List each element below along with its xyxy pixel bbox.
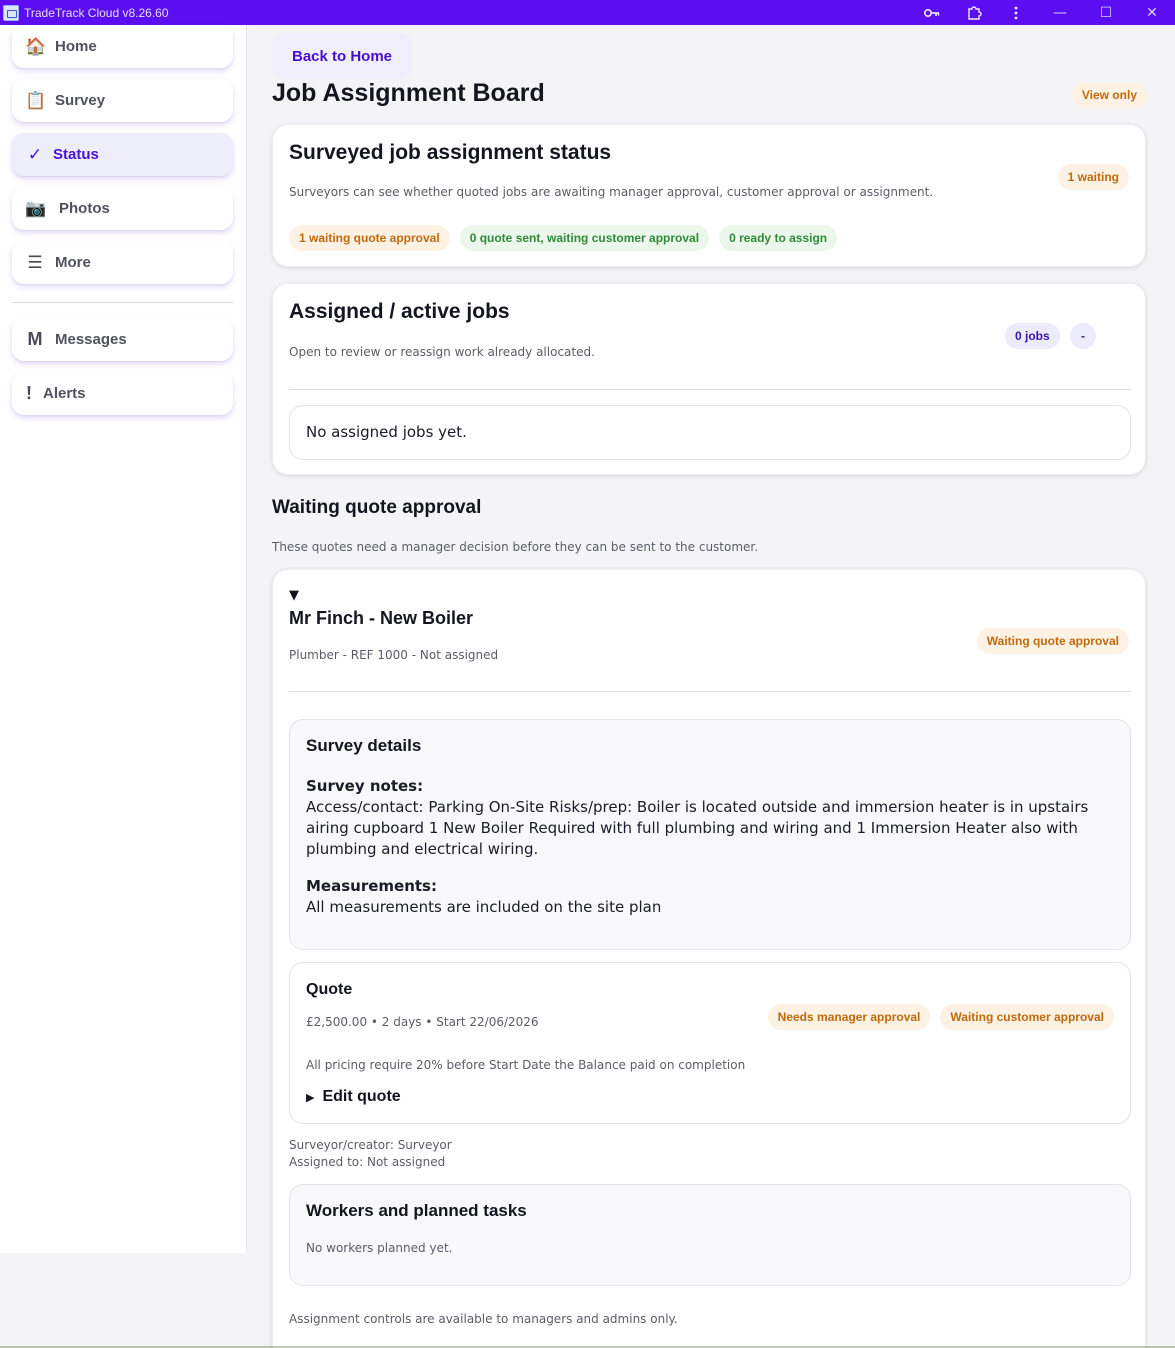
sidebar-item-home[interactable]: 🏠 Home — [12, 25, 233, 68]
survey-details-heading: Survey details — [306, 736, 422, 755]
sidebar-item-label: Home — [55, 38, 97, 55]
minimize-button[interactable]: — — [1037, 0, 1083, 25]
divider — [289, 389, 1131, 390]
window-title: TradeTrack Cloud v8.26.60 — [24, 5, 169, 20]
key-icon[interactable] — [911, 0, 953, 25]
sidebar-item-label: Photos — [59, 200, 110, 217]
assignment-controls-note: Assignment controls are available to man… — [289, 1312, 678, 1326]
status-pill-waiting-quote: 1 waiting quote approval — [289, 225, 450, 251]
sidebar-item-label: Status — [53, 146, 99, 163]
workers-panel: Workers and planned tasks No workers pla… — [289, 1184, 1131, 1286]
window-titlebar: TradeTrack Cloud v8.26.60 — ☐ ✕ — [0, 0, 1175, 25]
kebab-menu-icon[interactable] — [995, 0, 1037, 25]
needs-manager-approval-badge: Needs manager approval — [767, 1004, 931, 1030]
status-summary-card: Surveyed job assignment status Surveyors… — [272, 124, 1146, 267]
sidebar-divider — [12, 302, 233, 303]
waiting-section-description: These quotes need a manager decision bef… — [272, 540, 759, 554]
close-button[interactable]: ✕ — [1129, 0, 1175, 25]
sidebar-item-alerts[interactable]: ! Alerts — [12, 372, 233, 415]
waiting-section-title: Waiting quote approval — [272, 497, 482, 518]
job-title[interactable]: Mr Finch - New Boiler — [289, 608, 473, 629]
alert-icon: ! — [26, 383, 32, 403]
expand-toggle-icon[interactable]: ▼ — [289, 588, 299, 603]
measurements-text: All measurements are included on the sit… — [306, 898, 662, 916]
edit-quote-toggle[interactable]: ▶ Edit quote — [306, 1088, 401, 1106]
sidebar-item-label: Messages — [55, 331, 127, 348]
job-status-badge: Waiting quote approval — [976, 628, 1129, 654]
empty-assigned-box: No assigned jobs yet. — [289, 405, 1131, 460]
status-pill-quote-sent: 0 quote sent, waiting customer approval — [459, 225, 710, 251]
survey-notes-text: Access/contact: Parking On-Site Risks/pr… — [306, 798, 1089, 858]
house-icon: 🏠 — [25, 36, 47, 57]
jobs-count-badge: 0 jobs — [1005, 323, 1060, 349]
sidebar: 🏠 Home 📋 Survey ✓ Status 📷 Photos ☰ More… — [0, 25, 247, 1253]
sidebar-item-survey[interactable]: 📋 Survey — [12, 79, 233, 122]
measurements-label: Measurements: — [306, 877, 437, 895]
waiting-count-badge: 1 waiting — [1057, 164, 1129, 190]
waiting-customer-approval-badge: Waiting customer approval — [940, 1004, 1114, 1030]
edit-quote-label: Edit quote — [322, 1088, 401, 1105]
quote-heading: Quote — [306, 981, 353, 998]
survey-details-panel: Survey details Survey notes: Access/cont… — [289, 719, 1131, 950]
no-assigned-jobs-text: No assigned jobs yet. — [306, 423, 467, 441]
sidebar-item-label: More — [55, 254, 91, 271]
job-meta: Plumber - REF 1000 - Not assigned — [289, 648, 499, 662]
divider — [289, 691, 1131, 692]
assigned-line: Assigned to: Not assigned — [289, 1155, 446, 1169]
main-content: Back to Home Job Assignment Board View o… — [248, 25, 1175, 1348]
page-title: Job Assignment Board — [272, 79, 545, 107]
sidebar-item-status[interactable]: ✓ Status — [12, 133, 233, 176]
quote-panel: Quote £2,500.00 • 2 days • Start 22/06/2… — [289, 962, 1131, 1124]
clipboard-icon: 📋 — [25, 90, 47, 111]
sidebar-item-messages[interactable]: M Messages — [12, 318, 233, 361]
back-to-home-button[interactable]: Back to Home — [272, 33, 412, 79]
active-jobs-title: Assigned / active jobs — [289, 300, 510, 323]
view-only-badge: View only — [1071, 82, 1147, 108]
job-card: ▼ Mr Finch - New Boiler Plumber - REF 10… — [272, 569, 1146, 1348]
expand-arrow-icon: ▶ — [306, 1090, 315, 1104]
active-jobs-card: Assigned / active jobs Open to review or… — [272, 283, 1146, 475]
workers-empty-text: No workers planned yet. — [306, 1241, 453, 1255]
quote-terms: All pricing require 20% before Start Dat… — [306, 1058, 746, 1072]
sidebar-item-label: Alerts — [43, 385, 86, 402]
active-jobs-description: Open to review or reassign work already … — [289, 345, 595, 359]
workers-heading: Workers and planned tasks — [306, 1201, 527, 1220]
maximize-button[interactable]: ☐ — [1083, 0, 1129, 25]
survey-notes-label: Survey notes: — [306, 777, 424, 795]
status-pill-ready-assign: 0 ready to assign — [719, 225, 838, 251]
camera-icon: 📷 — [25, 198, 47, 219]
sidebar-item-more[interactable]: ☰ More — [12, 241, 233, 284]
messages-icon: M — [27, 329, 43, 349]
status-card-title: Surveyed job assignment status — [289, 141, 612, 164]
sidebar-item-label: Survey — [55, 92, 106, 109]
status-card-description: Surveyors can see whether quoted jobs ar… — [289, 185, 934, 199]
checkmark-icon: ✓ — [27, 144, 43, 165]
menu-icon: ☰ — [27, 252, 43, 273]
collapse-toggle-button[interactable]: - — [1070, 323, 1096, 349]
extensions-icon[interactable] — [953, 0, 995, 25]
surveyor-line: Surveyor/creator: Surveyor — [289, 1138, 452, 1152]
app-logo-icon — [3, 4, 19, 21]
sidebar-item-photos[interactable]: 📷 Photos — [12, 187, 233, 230]
quote-summary: £2,500.00 • 2 days • Start 22/06/2026 — [306, 1015, 539, 1029]
